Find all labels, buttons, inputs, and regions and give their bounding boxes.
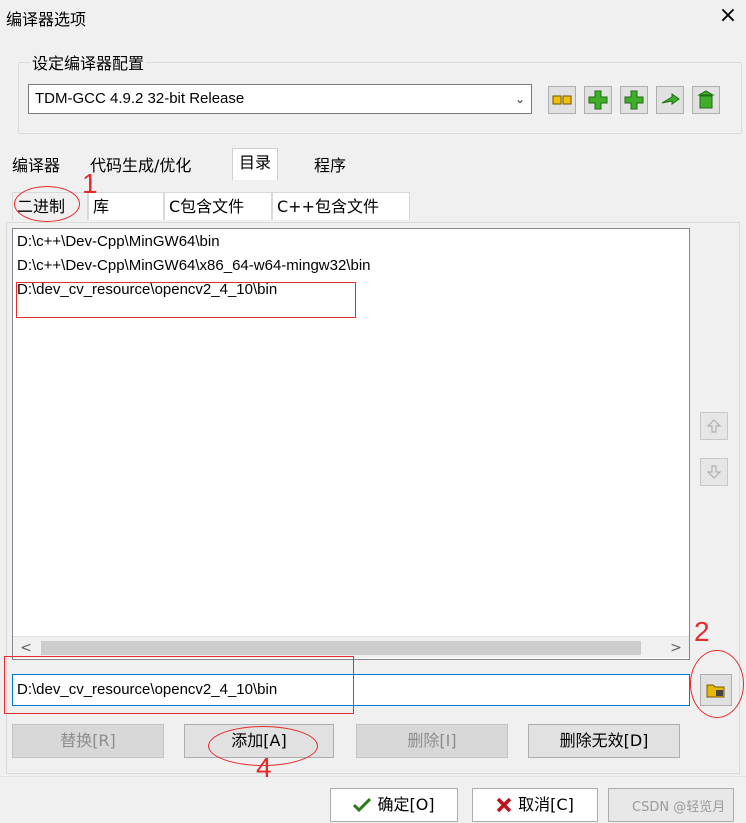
scroll-right-icon[interactable]: > xyxy=(665,637,687,659)
copy-profile-button[interactable] xyxy=(548,86,576,114)
compiler-profile-select[interactable]: TDM-GCC 4.9.2 32-bit Release ⌄ xyxy=(28,84,532,114)
horizontal-scrollbar[interactable]: < > xyxy=(13,636,689,658)
annotation-number-2: 2 xyxy=(694,616,710,647)
tab-programs[interactable]: 程序 xyxy=(308,152,352,180)
subtab-cpp-includes[interactable]: C++包含文件 xyxy=(272,192,410,220)
plus-icon xyxy=(624,90,644,110)
move-up-button[interactable] xyxy=(700,412,728,440)
delete-button[interactable]: 删除[I] xyxy=(356,724,508,758)
plus-icon xyxy=(588,90,608,110)
move-down-button[interactable] xyxy=(700,458,728,486)
delete-invalid-button[interactable]: 删除无效[D] xyxy=(528,724,680,758)
replace-button[interactable]: 替换[R] xyxy=(12,724,164,758)
cancel-label: 取消[C] xyxy=(518,795,574,814)
ok-button[interactable]: 确定[O] xyxy=(330,788,458,822)
list-item[interactable]: D:\c++\Dev-Cpp\MinGW64\bin xyxy=(17,233,220,250)
trash-icon xyxy=(697,90,715,109)
copy-profile-icon xyxy=(552,95,572,105)
subtab-libraries[interactable]: 库 xyxy=(88,192,164,220)
divider xyxy=(0,776,746,777)
check-icon xyxy=(353,797,372,813)
annotation-circle-binaries xyxy=(14,186,80,222)
arrow-right-icon xyxy=(661,93,680,105)
cancel-button[interactable]: 取消[C] xyxy=(472,788,598,822)
add-profile-alt-button[interactable] xyxy=(620,86,648,114)
annotation-number-4: 4 xyxy=(256,752,272,783)
ok-label: 确定[O] xyxy=(377,795,435,814)
compiler-config-label: 设定编译器配置 xyxy=(30,50,147,74)
chevron-down-icon: ⌄ xyxy=(514,92,525,106)
window-title: 编译器选项 xyxy=(6,10,87,29)
list-item[interactable]: D:\c++\Dev-Cpp\MinGW64\x86_64-w64-mingw3… xyxy=(17,257,371,274)
close-icon[interactable]: × xyxy=(716,2,740,30)
annotation-number-1: 1 xyxy=(82,168,98,199)
annotation-box-path-input xyxy=(4,656,354,714)
scrollbar-thumb[interactable] xyxy=(41,641,641,655)
add-profile-button[interactable] xyxy=(584,86,612,114)
rename-profile-button[interactable] xyxy=(656,86,684,114)
arrow-down-icon xyxy=(707,465,721,479)
watermark: CSDN @轻览月 xyxy=(632,800,726,815)
tab-compiler[interactable]: 编译器 xyxy=(6,152,66,180)
close-icon xyxy=(496,797,512,813)
subtab-c-includes[interactable]: C包含文件 xyxy=(164,192,272,220)
tab-directories[interactable]: 目录 xyxy=(232,148,279,180)
arrow-up-icon xyxy=(707,419,721,433)
annotation-circle-browse xyxy=(690,650,744,718)
compiler-profile-value: TDM-GCC 4.9.2 32-bit Release xyxy=(35,90,245,107)
tab-codegen[interactable]: 代码生成/优化 xyxy=(84,152,197,180)
annotation-box-list-entry xyxy=(16,282,356,318)
delete-profile-button[interactable] xyxy=(692,86,720,114)
